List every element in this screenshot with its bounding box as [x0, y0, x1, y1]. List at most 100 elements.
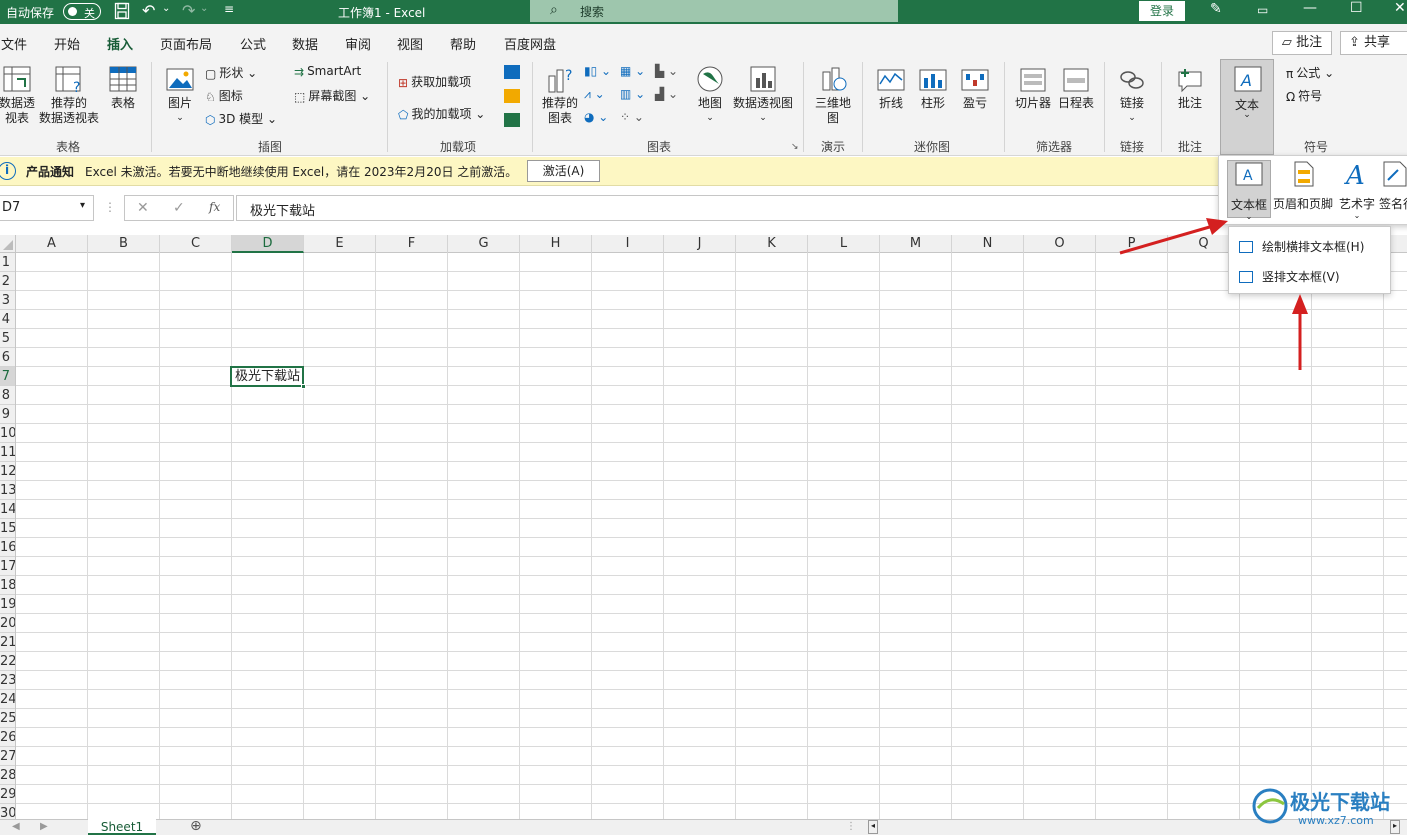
draw-horizontal-textbox-item[interactable]: 绘制横排文本框(H)	[1239, 236, 1384, 258]
sheet-next-icon[interactable]: ▶	[40, 821, 48, 832]
get-addins-button[interactable]: ⊞ 获取加载项	[398, 73, 471, 90]
tab-insert[interactable]: 插入	[107, 34, 134, 61]
combo-chart-button[interactable]: ▟ ⌄	[655, 87, 678, 101]
row-header-18[interactable]: 18	[0, 576, 15, 595]
select-all-corner[interactable]	[0, 235, 16, 253]
picture-button[interactable]: 图片 ⌄	[162, 66, 198, 126]
close-icon[interactable]: ✕	[1394, 0, 1406, 16]
pen-icon[interactable]: ✎	[1210, 1, 1222, 17]
column-header-c[interactable]: C	[160, 235, 232, 253]
undo-icon[interactable]: ↶	[142, 1, 155, 20]
pivot-chart-button[interactable]: 数据透视图 ⌄	[732, 64, 794, 126]
row-header-16[interactable]: 16	[0, 538, 15, 557]
column-header-e[interactable]: E	[304, 235, 376, 253]
activate-button[interactable]: 激活(A)	[527, 160, 600, 182]
row-header-2[interactable]: 2	[0, 272, 15, 291]
row-header-26[interactable]: 26	[0, 728, 15, 747]
tab-home[interactable]: 开始	[54, 34, 80, 53]
active-cell[interactable]: 极光下载站	[230, 366, 306, 389]
minimize-icon[interactable]: —	[1303, 0, 1317, 16]
row-header-11[interactable]: 11	[0, 443, 15, 462]
header-footer-option[interactable]: 页眉和页脚	[1271, 160, 1335, 218]
row-header-4[interactable]: 4	[0, 310, 15, 329]
maximize-icon[interactable]: ☐	[1350, 0, 1363, 16]
slicer-button[interactable]: 切片器	[1013, 66, 1053, 111]
people-graph-icon[interactable]	[504, 113, 520, 127]
fill-handle[interactable]	[301, 384, 306, 389]
column-chart-button[interactable]: ▮▯ ⌄	[584, 64, 611, 78]
comments-button[interactable]: ▱ 批注	[1272, 31, 1332, 55]
bing-icon[interactable]	[504, 89, 520, 103]
row-header-29[interactable]: 29	[0, 785, 15, 804]
timeline-button[interactable]: 日程表	[1056, 66, 1096, 111]
redo-icon[interactable]: ↷	[182, 1, 195, 20]
sparkline-line-button[interactable]: 折线	[874, 66, 908, 111]
column-header-l[interactable]: L	[808, 235, 880, 253]
visio-icon[interactable]	[504, 65, 520, 79]
add-sheet-icon[interactable]: ⊕	[190, 818, 202, 834]
column-header-k[interactable]: K	[736, 235, 808, 253]
tab-formulas[interactable]: 公式	[240, 34, 266, 53]
signature-line-option[interactable]: 签名行	[1379, 160, 1407, 218]
row-header-3[interactable]: 3	[0, 291, 15, 310]
recommended-pivot-button[interactable]: ? 推荐的 数据透视表	[38, 64, 100, 126]
row-header-21[interactable]: 21	[0, 633, 15, 652]
sheet-tab-sheet1[interactable]: Sheet1	[88, 819, 156, 835]
column-header-d[interactable]: D	[232, 235, 304, 253]
table-button[interactable]: 表格	[105, 64, 141, 111]
row-header-15[interactable]: 15	[0, 519, 15, 538]
column-header-i[interactable]: I	[592, 235, 664, 253]
row-header-1[interactable]: 1	[0, 253, 15, 272]
row-header-12[interactable]: 12	[0, 462, 15, 481]
column-header-o[interactable]: O	[1024, 235, 1096, 253]
text-button[interactable]: A 文本 ⌄	[1220, 59, 1274, 155]
row-header-10[interactable]: 10	[0, 424, 15, 443]
column-header-j[interactable]: J	[664, 235, 736, 253]
screenshot-button[interactable]: ⬚ 屏幕截图 ⌄	[294, 87, 370, 104]
charts-dialog-launcher-icon[interactable]: ↘	[791, 142, 799, 152]
login-button[interactable]: 登录	[1139, 1, 1185, 21]
share-button[interactable]: ⇪ 共享	[1340, 31, 1407, 55]
sheet-prev-icon[interactable]: ◀	[12, 821, 20, 832]
cell-grid[interactable]	[16, 253, 1407, 819]
hierarchy-chart-button[interactable]: ▦ ⌄	[620, 64, 645, 78]
statistic-chart-button[interactable]: ▥ ⌄	[620, 87, 645, 101]
customize-toolbar-icon[interactable]: ≡	[224, 2, 234, 16]
row-header-13[interactable]: 13	[0, 481, 15, 500]
cancel-icon[interactable]: ✕	[137, 200, 149, 216]
new-comment-button[interactable]: 批注	[1172, 66, 1208, 111]
row-header-14[interactable]: 14	[0, 500, 15, 519]
tab-review[interactable]: 审阅	[345, 34, 371, 53]
line-chart-button[interactable]: ⩘ ⌄	[584, 87, 605, 102]
pivot-table-button[interactable]: 数据透 视表	[0, 64, 38, 126]
row-header-27[interactable]: 27	[0, 747, 15, 766]
vertical-textbox-item[interactable]: 竖排文本框(V)	[1239, 266, 1384, 288]
shapes-button[interactable]: ▢ 形状 ⌄	[205, 64, 257, 81]
row-header-22[interactable]: 22	[0, 652, 15, 671]
symbol-button[interactable]: Ω 符号	[1286, 87, 1322, 104]
scatter-chart-button[interactable]: ⁘ ⌄	[620, 110, 644, 124]
equation-button[interactable]: π 公式 ⌄	[1286, 64, 1334, 81]
row-header-20[interactable]: 20	[0, 614, 15, 633]
search-box[interactable]: ⌕ 搜索	[530, 0, 898, 22]
redo-dropdown-icon[interactable]: ⌄	[200, 3, 208, 14]
ribbon-display-icon[interactable]: ▭	[1257, 3, 1268, 17]
column-header-a[interactable]: A	[16, 235, 88, 253]
column-header-h[interactable]: H	[520, 235, 592, 253]
row-header-7[interactable]: 7	[0, 367, 15, 386]
tab-data[interactable]: 数据	[292, 34, 318, 53]
sparkline-column-button[interactable]: 柱形	[916, 66, 950, 111]
row-header-6[interactable]: 6	[0, 348, 15, 367]
autosave-toggle[interactable]: 关	[63, 3, 101, 20]
column-header-g[interactable]: G	[448, 235, 520, 253]
column-header-b[interactable]: B	[88, 235, 160, 253]
enter-icon[interactable]: ✓	[173, 200, 185, 216]
name-box[interactable]: D7 ▾	[0, 195, 94, 221]
column-header-f[interactable]: F	[376, 235, 448, 253]
sparkline-winloss-button[interactable]: 盈亏	[958, 66, 992, 111]
smartart-button[interactable]: ⇉ SmartArt	[294, 64, 361, 79]
row-header-5[interactable]: 5	[0, 329, 15, 348]
tab-split-icon[interactable]: ⋮	[846, 821, 856, 832]
row-header-9[interactable]: 9	[0, 405, 15, 424]
row-header-8[interactable]: 8	[0, 386, 15, 405]
